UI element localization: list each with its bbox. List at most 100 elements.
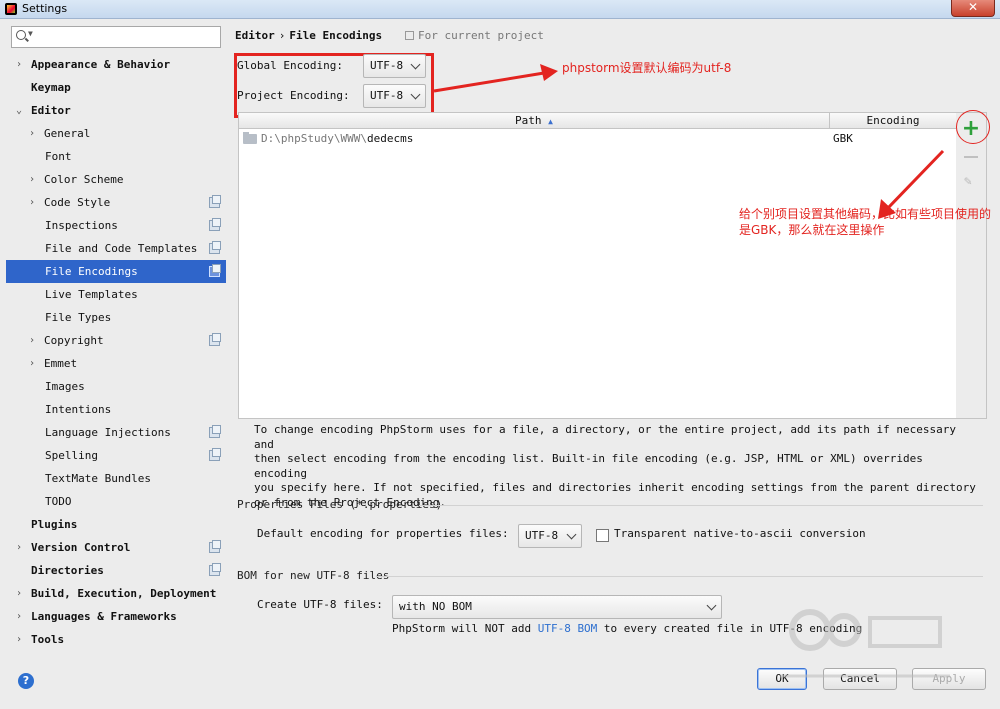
sidebar-item-label: Build, Execution, Deployment [31, 587, 217, 600]
sidebar-item-inspections[interactable]: Inspections [6, 214, 226, 237]
search-input[interactable]: ▼ [11, 26, 221, 48]
annotation-arrow-1 [433, 64, 558, 93]
sidebar-item-font[interactable]: Font [6, 145, 226, 168]
chevron-down-icon [566, 529, 577, 540]
sidebar-item-label: Language Injections [45, 426, 171, 439]
project-encoding-select[interactable]: UTF-8 [363, 84, 426, 108]
chevron-right-icon[interactable]: › [29, 191, 35, 214]
sidebar-item-plugins[interactable]: Plugins [6, 513, 226, 536]
project-scope-icon [209, 241, 221, 254]
section-divider [377, 576, 983, 577]
global-encoding-value: UTF-8 [370, 59, 404, 72]
sidebar-item-file-encodings[interactable]: File Encodings [6, 260, 226, 283]
bom-link[interactable]: UTF-8 BOM [538, 622, 598, 635]
sidebar-item-label: Tools [31, 633, 65, 646]
project-scope-icon [209, 333, 221, 346]
sidebar-item-label: General [44, 127, 91, 140]
close-button[interactable]: ✕ [951, 0, 995, 17]
sidebar-item-label: Editor [31, 104, 71, 117]
chevron-down-icon[interactable]: ⌄ [16, 99, 22, 122]
sidebar-item-emmet[interactable]: › Emmet [6, 352, 226, 375]
sidebar-item-label: Intentions [45, 403, 112, 416]
sidebar-item-images[interactable]: Images [6, 375, 226, 398]
sidebar-item-version-control[interactable]: › Version Control [6, 536, 226, 559]
sidebar-item-languages-frameworks[interactable]: › Languages & Frameworks [6, 605, 226, 628]
chevron-down-icon [410, 59, 421, 70]
chevron-right-icon[interactable]: › [16, 536, 22, 559]
column-header-path-label: Path [515, 114, 542, 127]
row-path: D:\phpStudy\WWW\dedecms [261, 131, 413, 147]
project-encoding-value: UTF-8 [370, 89, 404, 102]
breadcrumb-separator: › [278, 29, 286, 42]
sidebar-item-label: Spelling [45, 449, 98, 462]
sidebar-item-keymap[interactable]: Keymap [6, 76, 226, 99]
sidebar-item-label: Plugins [31, 518, 78, 531]
properties-encoding-select[interactable]: UTF-8 [518, 524, 582, 548]
sidebar-item-file-code-templates[interactable]: File and Code Templates [6, 237, 226, 260]
chevron-right-icon[interactable]: › [16, 582, 22, 605]
sidebar-item-file-types[interactable]: File Types [6, 306, 226, 329]
breadcrumb-current: File Encodings [289, 29, 383, 42]
chevron-right-icon[interactable]: › [16, 628, 22, 651]
sidebar-item-copyright[interactable]: › Copyright [6, 329, 226, 352]
create-utf8-label: Create UTF-8 files: [257, 598, 383, 611]
path-encoding-table: Path ▲ Encoding D:\phpStudy\WWW\dedecms … [238, 112, 957, 419]
chevron-right-icon[interactable]: › [29, 168, 35, 191]
chevron-right-icon[interactable]: › [16, 53, 22, 76]
table-row[interactable]: D:\phpStudy\WWW\dedecms GBK [243, 131, 953, 147]
section-divider [419, 505, 983, 506]
sidebar-item-label: Languages & Frameworks [31, 610, 177, 623]
sidebar-item-code-style[interactable]: › Code Style [6, 191, 226, 214]
column-header-path[interactable]: Path ▲ [239, 113, 830, 129]
help-button[interactable]: ? [18, 673, 34, 689]
title-bar: Settings ✕ [0, 0, 1000, 19]
settings-window: Settings ✕ ▼ › Appearance & Behavior Keym… [0, 0, 1000, 709]
project-scope-icon [405, 31, 414, 40]
sidebar-item-editor[interactable]: ⌄ Editor [6, 99, 226, 122]
sidebar-item-build-execution-deployment[interactable]: › Build, Execution, Deployment [6, 582, 226, 605]
project-scope-icon [209, 195, 221, 208]
chevron-down-icon [706, 600, 717, 611]
breadcrumb: Editor › File Encodings [235, 29, 382, 42]
chevron-right-icon[interactable]: › [29, 122, 35, 145]
sidebar-item-intentions[interactable]: Intentions [6, 398, 226, 421]
bom-select[interactable]: with NO BOM [392, 595, 722, 619]
sidebar-item-label: Font [45, 150, 72, 163]
chevron-right-icon[interactable]: › [29, 329, 35, 352]
sidebar-item-tools[interactable]: › Tools [6, 628, 226, 651]
sidebar-item-label: Live Templates [45, 288, 138, 301]
breadcrumb-parent: Editor [235, 29, 275, 42]
transparent-conversion-label: Transparent native-to-ascii conversion [614, 527, 866, 540]
sidebar-item-general[interactable]: › General [6, 122, 226, 145]
sidebar-item-label: Copyright [44, 334, 104, 347]
sidebar-item-textmate-bundles[interactable]: TextMate Bundles [6, 467, 226, 490]
column-header-encoding[interactable]: Encoding [830, 113, 956, 129]
sidebar-item-live-templates[interactable]: Live Templates [6, 283, 226, 306]
project-scope-icon [209, 264, 221, 277]
sidebar-item-label: Color Scheme [44, 173, 124, 186]
folder-icon [243, 132, 257, 144]
sidebar-item-label: Code Style [44, 196, 111, 209]
sidebar-item-spelling[interactable]: Spelling [6, 444, 226, 467]
bom-section-title: BOM for new UTF-8 files [237, 569, 390, 582]
sidebar-item-label: Emmet [44, 357, 78, 370]
row-encoding[interactable]: GBK [833, 131, 853, 147]
table-toolbar: + ✎ [956, 112, 987, 419]
sidebar-item-label: File Encodings [45, 265, 138, 278]
sidebar-item-directories[interactable]: Directories [6, 559, 226, 582]
sidebar-item-appearance[interactable]: › Appearance & Behavior [6, 53, 226, 76]
sidebar-item-color-scheme[interactable]: › Color Scheme [6, 168, 226, 191]
chevron-right-icon[interactable]: › [29, 352, 35, 375]
sidebar-item-label: Images [45, 380, 85, 393]
sidebar-item-label: Inspections [45, 219, 118, 232]
sidebar-item-todo[interactable]: TODO [6, 490, 226, 513]
edit-icon[interactable]: ✎ [964, 175, 978, 189]
sidebar-item-language-injections[interactable]: Language Injections [6, 421, 226, 444]
baidu-jingyan-watermark [770, 598, 960, 688]
chevron-right-icon[interactable]: › [16, 605, 22, 628]
search-icon [16, 30, 26, 40]
transparent-conversion-checkbox[interactable] [596, 529, 609, 542]
global-encoding-select[interactable]: UTF-8 [363, 54, 426, 78]
remove-path-button[interactable] [964, 156, 978, 158]
chevron-down-icon[interactable]: ▼ [28, 29, 33, 38]
